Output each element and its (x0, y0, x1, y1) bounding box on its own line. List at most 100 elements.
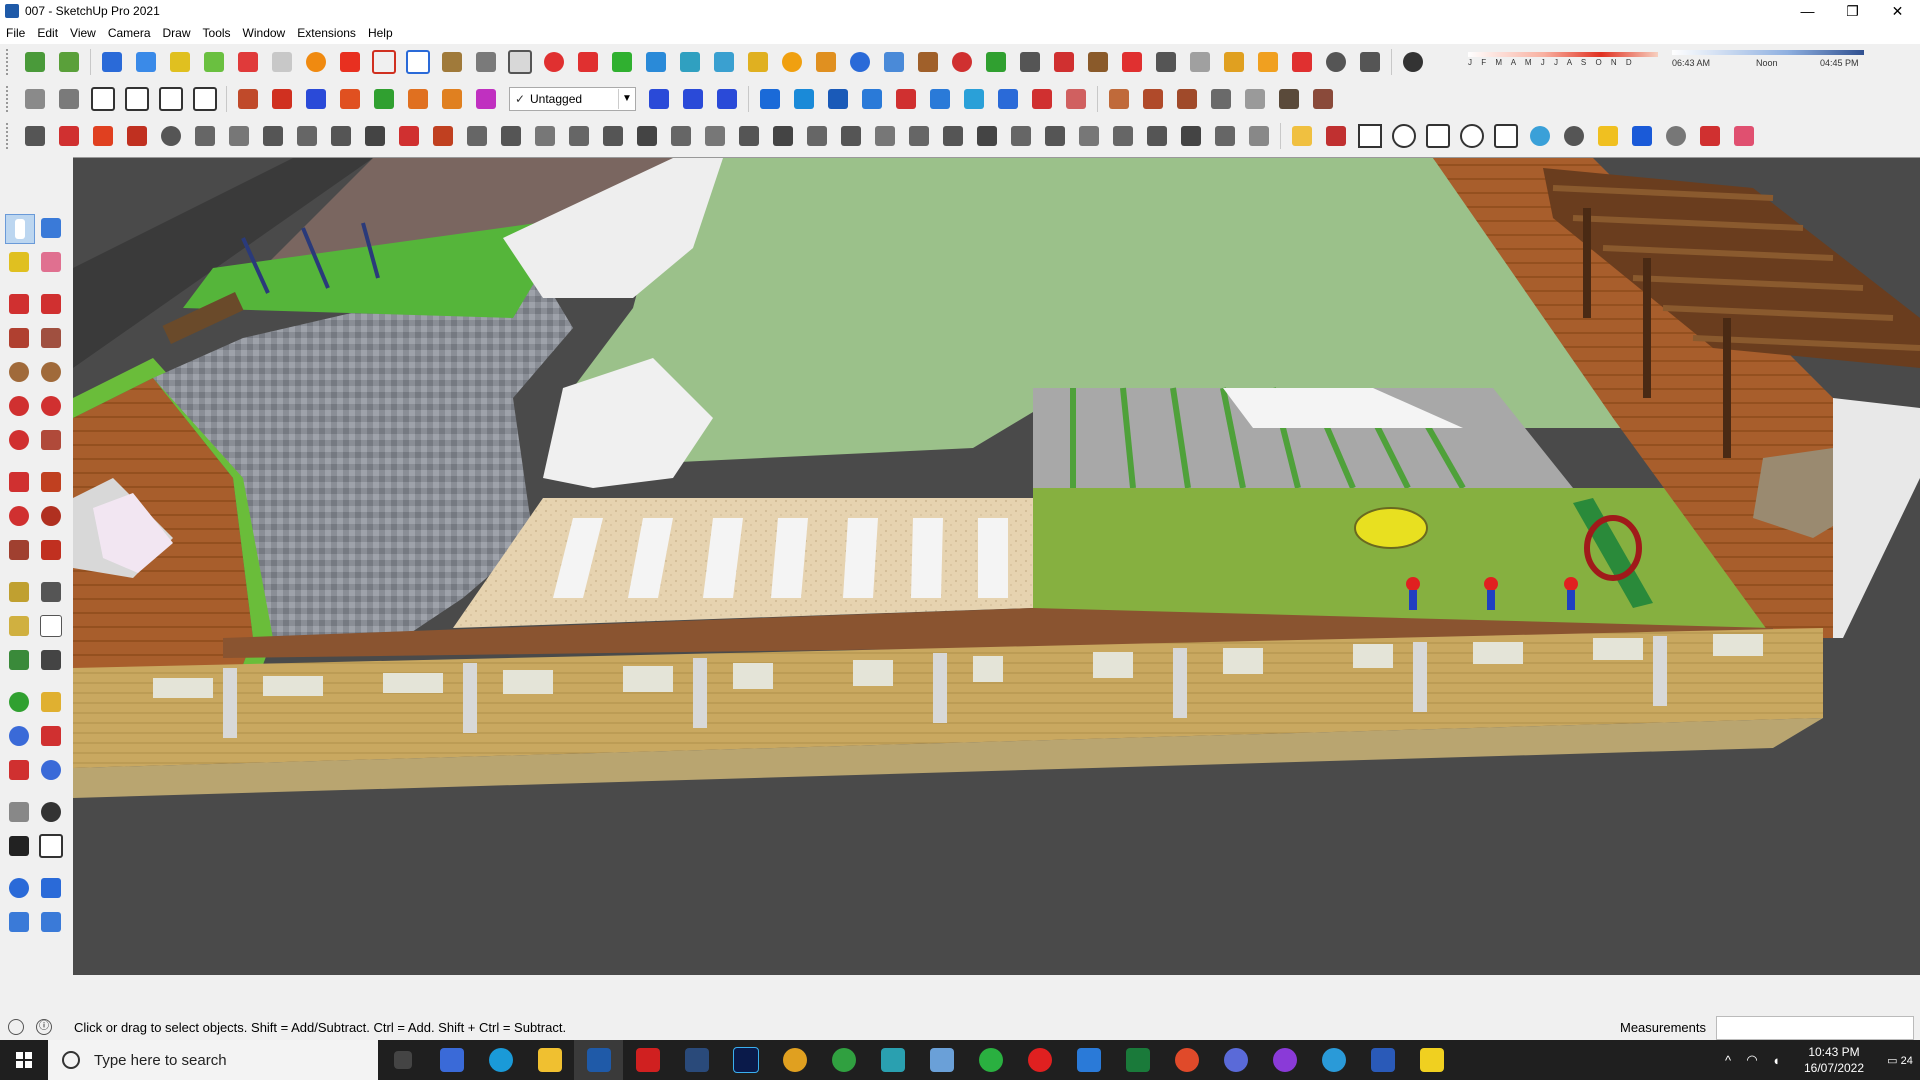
draw-tool-18-icon[interactable] (600, 123, 626, 149)
move-tool-icon[interactable] (575, 49, 601, 75)
move-tool-left-icon[interactable] (5, 468, 33, 496)
position-camera-icon[interactable] (5, 798, 33, 826)
minimize-button[interactable]: — (1785, 0, 1830, 22)
arc-blue-icon[interactable] (1527, 123, 1553, 149)
3d-app-icon[interactable] (1358, 1040, 1407, 1080)
chrome-app-icon[interactable] (770, 1040, 819, 1080)
loft-tool-icon[interactable] (813, 49, 839, 75)
draw-tool-9-icon[interactable] (294, 123, 320, 149)
rotated-rectangle-icon[interactable] (37, 324, 65, 352)
3d-viewport[interactable] (73, 157, 1920, 975)
smoove-icon[interactable] (167, 49, 193, 75)
rotate-x-icon[interactable] (439, 86, 465, 112)
acrobat-app-icon[interactable] (623, 1040, 672, 1080)
solid-outer-shell-icon[interactable] (337, 49, 363, 75)
extrude-tool-icon[interactable] (915, 49, 941, 75)
draw-tool-16-icon[interactable] (532, 123, 558, 149)
info-icon[interactable]: ⓘ (36, 1019, 52, 1035)
menu-tools[interactable]: Tools (197, 22, 237, 44)
calculator-app-icon[interactable] (427, 1040, 476, 1080)
draw-tool-20-icon[interactable] (668, 123, 694, 149)
protractor-icon[interactable] (5, 612, 33, 640)
tool-icon-s[interactable] (893, 86, 919, 112)
eraser-icon[interactable] (37, 248, 65, 276)
taskbar-search[interactable]: Type here to search (48, 1040, 378, 1080)
pyramid-tool-icon[interactable] (711, 49, 737, 75)
menu-edit[interactable]: Edit (31, 22, 64, 44)
cone-tool-icon[interactable] (677, 49, 703, 75)
telegram-app-icon[interactable] (1309, 1040, 1358, 1080)
draw-tool-17-icon[interactable] (566, 123, 592, 149)
front-view-icon[interactable] (90, 86, 116, 112)
3d-text-icon[interactable] (37, 646, 65, 674)
push-pull-icon[interactable] (37, 468, 65, 496)
move-red-icon[interactable] (235, 86, 261, 112)
geo-location-icon[interactable] (8, 1019, 24, 1035)
stamp-icon[interactable] (201, 49, 227, 75)
2-point-arc-icon[interactable] (37, 392, 65, 420)
tool-icon-e[interactable] (1153, 49, 1179, 75)
discord-app-icon[interactable] (1211, 1040, 1260, 1080)
draw-tool-15-icon[interactable] (498, 123, 524, 149)
menu-help[interactable]: Help (362, 22, 399, 44)
draw-tool-26-icon[interactable] (872, 123, 898, 149)
section-display-icon[interactable] (405, 49, 431, 75)
draw-tool-27-icon[interactable] (906, 123, 932, 149)
draw-tool-11-icon[interactable] (362, 123, 388, 149)
section-plane-left-icon[interactable] (37, 832, 65, 860)
wifi-icon[interactable]: ◠ (1740, 1052, 1764, 1068)
extension-warehouse-icon[interactable] (56, 49, 82, 75)
draw-tool-33-icon[interactable] (1110, 123, 1136, 149)
eraser-red-icon[interactable] (1323, 123, 1349, 149)
tool-icon-aa[interactable] (1174, 86, 1200, 112)
tool-icon-x[interactable] (1063, 86, 1089, 112)
todo-app-icon[interactable] (1064, 1040, 1113, 1080)
draw-tool-2-icon[interactable] (56, 123, 82, 149)
rotate-f-icon[interactable] (473, 86, 499, 112)
tape-measure-icon[interactable] (1289, 123, 1315, 149)
tool-icon-f[interactable] (1187, 49, 1213, 75)
draw-tool-34-icon[interactable] (1144, 123, 1170, 149)
tool-icon-w[interactable] (1029, 86, 1055, 112)
edge-app-icon[interactable] (476, 1040, 525, 1080)
zoom-extents-icon[interactable] (5, 756, 33, 784)
rotate-tool-icon[interactable] (847, 49, 873, 75)
make-component-icon[interactable] (37, 214, 65, 242)
measurements-input[interactable] (1716, 1016, 1914, 1040)
section-cuts-icon[interactable] (37, 874, 65, 902)
draw-tool-12-icon[interactable] (396, 123, 422, 149)
rotate-blue-icon[interactable] (303, 86, 329, 112)
scale-tool-left-icon[interactable] (5, 536, 33, 564)
menu-file[interactable]: File (0, 22, 31, 44)
parallelogram-icon[interactable] (1493, 123, 1519, 149)
back-view-icon[interactable] (158, 86, 184, 112)
tool-icon-v[interactable] (995, 86, 1021, 112)
menu-camera[interactable]: Camera (102, 22, 157, 44)
draw-tool-25-icon[interactable] (838, 123, 864, 149)
tool-icon-u[interactable] (961, 86, 987, 112)
right-view-icon[interactable] (124, 86, 150, 112)
start-button[interactable] (0, 1040, 48, 1080)
section-fill-icon[interactable] (37, 908, 65, 936)
menu-window[interactable]: Window (237, 22, 292, 44)
ellipse-icon[interactable] (1459, 123, 1485, 149)
taskbar-clock[interactable]: 10:43 PM 16/07/2022 (1794, 1044, 1874, 1076)
tool-icon-b[interactable] (1051, 49, 1077, 75)
draw-tool-29-icon[interactable] (974, 123, 1000, 149)
axes-tool-icon[interactable] (5, 646, 33, 674)
draw-tool-4-icon[interactable] (124, 123, 150, 149)
circle-tool-icon[interactable] (5, 358, 33, 386)
draw-tool-19-icon[interactable] (634, 123, 660, 149)
components-icon[interactable] (983, 49, 1009, 75)
line-tool-icon[interactable] (5, 290, 33, 318)
tool-icon-z[interactable] (1140, 86, 1166, 112)
tool-grey-icon[interactable] (1663, 123, 1689, 149)
tool-icon-g[interactable] (1221, 49, 1247, 75)
paint-bucket-icon[interactable] (5, 248, 33, 276)
grammarly-app-icon[interactable] (1162, 1040, 1211, 1080)
maximize-button[interactable]: ❐ (1830, 0, 1875, 22)
tool-icon-m[interactable] (680, 86, 706, 112)
draw-tool-35-icon[interactable] (1178, 123, 1204, 149)
file-explorer-app-icon[interactable] (525, 1040, 574, 1080)
rotate-v-icon[interactable] (371, 86, 397, 112)
